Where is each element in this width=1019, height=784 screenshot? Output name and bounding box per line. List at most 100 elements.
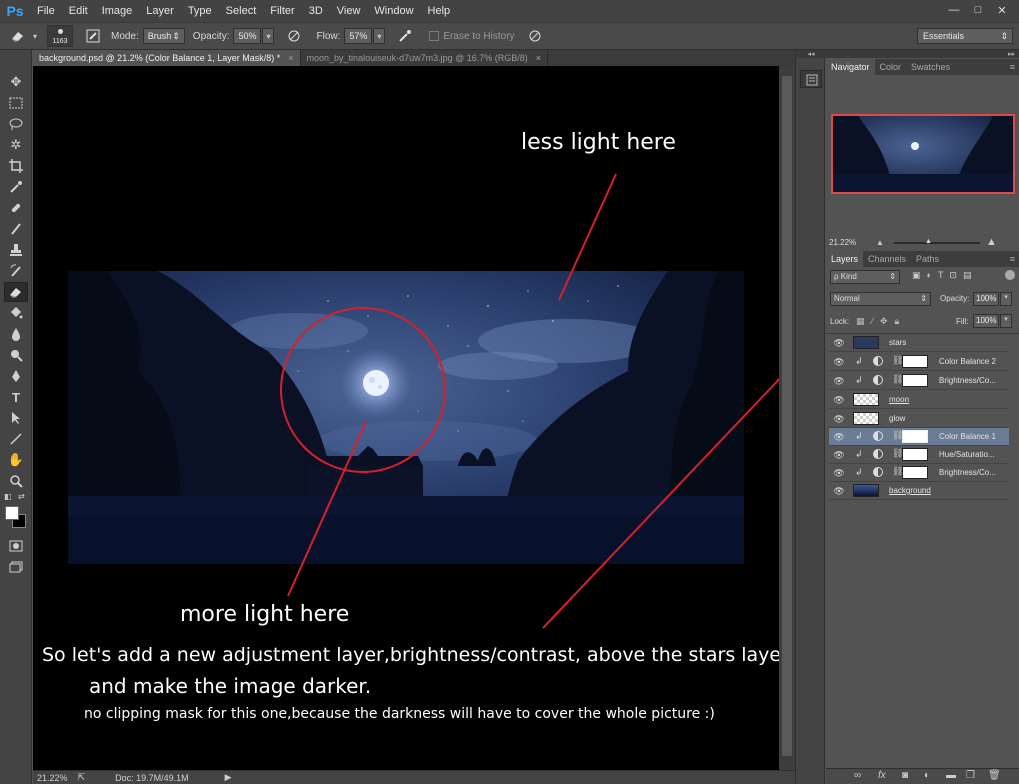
brush-panel-icon[interactable] <box>83 26 103 46</box>
menu-window[interactable]: Window <box>367 0 420 22</box>
filter-icons[interactable]: ▣◐T⊡▤ <box>912 270 977 281</box>
swap-colors-icon[interactable]: ⇄ <box>18 492 25 501</box>
eye-icon[interactable]: 👁︎ <box>833 449 845 461</box>
erase-to-history-checkbox[interactable] <box>429 31 440 41</box>
filter-toggle[interactable] <box>1005 270 1015 280</box>
panel-menu-icon[interactable]: ≡ <box>1010 59 1015 75</box>
pressure-size-icon[interactable] <box>525 26 545 46</box>
mode-select[interactable]: Brush ⇕ <box>142 28 185 44</box>
blur-tool-icon[interactable] <box>4 324 28 344</box>
lock-icons[interactable]: ▦∕✥🔒︎ <box>856 316 906 327</box>
layer-row-glow[interactable]: 👁︎ glow <box>829 410 1009 428</box>
workspace-switcher[interactable]: Essentials ⇕ <box>917 28 1013 44</box>
navigator-preview[interactable] <box>831 114 1015 194</box>
zoom-tool-icon[interactable] <box>4 471 28 491</box>
eraser-tool-preset-icon[interactable] <box>8 26 28 46</box>
eye-icon[interactable]: 👁︎ <box>833 431 845 443</box>
tab-moon-jpg[interactable]: moon_by_tinalouiseuk-d7uw7m3.jpg @ 16.7%… <box>301 50 549 66</box>
eye-icon[interactable]: 👁︎ <box>833 485 845 497</box>
pen-tool-icon[interactable] <box>4 366 28 386</box>
eye-icon[interactable]: 👁︎ <box>833 375 845 387</box>
opacity-slider-button[interactable]: ▾ <box>262 28 275 44</box>
canvas-scrollbar[interactable] <box>779 66 795 770</box>
status-menu-icon[interactable]: ▶ <box>225 772 232 783</box>
menu-filter[interactable]: Filter <box>263 0 301 22</box>
zoom-in-icon[interactable]: ▲ <box>986 236 997 248</box>
zoom-out-icon[interactable]: ▲ <box>876 238 884 247</box>
layer-mask-thumbnail[interactable] <box>902 448 928 461</box>
layer-filter-kind[interactable]: ρ Kind ⇕ <box>830 270 900 284</box>
new-layer-icon[interactable]: ❐ <box>966 770 975 781</box>
pressure-opacity-icon[interactable] <box>284 26 304 46</box>
eye-icon[interactable]: 👁︎ <box>833 413 845 425</box>
layer-row-background[interactable]: 👁︎ background <box>829 482 1009 500</box>
lasso-tool-icon[interactable] <box>4 114 28 134</box>
opacity-input[interactable]: 50% <box>233 28 262 44</box>
marquee-tool-icon[interactable] <box>4 93 28 113</box>
menu-help[interactable]: Help <box>421 0 458 22</box>
document-canvas[interactable]: less light here more light here So let's… <box>33 66 795 770</box>
layer-row-color-balance-1[interactable]: 👁︎ ↲ ⛓ Color Balance 1 <box>829 428 1009 446</box>
quick-mask-icon[interactable] <box>4 536 28 556</box>
brush-tool-icon[interactable] <box>4 219 28 239</box>
dodge-tool-icon[interactable] <box>4 345 28 365</box>
zoom-level[interactable]: 21.22% <box>37 773 68 783</box>
crop-tool-icon[interactable] <box>4 156 28 176</box>
healing-brush-tool-icon[interactable] <box>4 198 28 218</box>
menu-view[interactable]: View <box>330 0 368 22</box>
menu-3d[interactable]: 3D <box>302 0 330 22</box>
close-icon[interactable]: × <box>288 50 293 66</box>
blend-mode-select[interactable]: Normal ⇕ <box>830 292 931 306</box>
menu-type[interactable]: Type <box>181 0 219 22</box>
tab-navigator[interactable]: Navigator <box>826 59 875 75</box>
eye-icon[interactable]: 👁︎ <box>833 337 845 349</box>
layer-opacity-slider-button[interactable]: ▾ <box>1000 292 1012 306</box>
layer-mask-thumbnail[interactable] <box>902 430 928 443</box>
layer-row-stars[interactable]: 👁︎ stars <box>829 334 1009 352</box>
screen-mode-icon[interactable] <box>4 557 28 577</box>
new-adjustment-icon[interactable]: ◐ <box>924 770 930 781</box>
flow-input[interactable]: 57% <box>344 28 373 44</box>
menu-image[interactable]: Image <box>95 0 140 22</box>
tab-paths[interactable]: Paths <box>911 251 944 267</box>
magic-wand-tool-icon[interactable]: ✲ <box>4 135 28 155</box>
eye-icon[interactable]: 👁︎ <box>833 394 845 406</box>
layer-row-moon[interactable]: 👁︎ moon <box>829 391 1009 409</box>
menu-edit[interactable]: Edit <box>62 0 95 22</box>
eraser-tool-icon[interactable] <box>4 282 28 302</box>
menu-select[interactable]: Select <box>219 0 264 22</box>
new-group-icon[interactable]: ▬ <box>946 770 956 781</box>
type-tool-icon[interactable]: T <box>4 387 28 407</box>
close-icon[interactable]: × <box>536 50 541 66</box>
menu-layer[interactable]: Layer <box>139 0 181 22</box>
layer-row-hue-saturation[interactable]: 👁︎ ↲ ⛓ Hue/Saturatio... <box>829 446 1009 464</box>
eye-icon[interactable]: 👁︎ <box>833 356 845 368</box>
tab-channels[interactable]: Channels <box>863 251 911 267</box>
close-button[interactable]: ✕ <box>991 1 1013 19</box>
move-tool-icon[interactable]: ✥ <box>4 72 28 92</box>
layer-mask-thumbnail[interactable] <box>902 466 928 479</box>
clone-stamp-tool-icon[interactable] <box>4 240 28 260</box>
line-tool-icon[interactable] <box>4 429 28 449</box>
layer-mask-thumbnail[interactable] <box>902 355 928 368</box>
navigator-zoom-value[interactable]: 21.22% <box>829 238 856 247</box>
path-selection-tool-icon[interactable] <box>4 408 28 428</box>
scrollbar-thumb[interactable] <box>782 76 792 756</box>
layer-mask-thumbnail[interactable] <box>902 374 928 387</box>
panel-menu-icon[interactable]: ≡ <box>1010 251 1015 267</box>
fill-slider-button[interactable]: ▾ <box>1000 314 1012 328</box>
eye-icon[interactable]: 👁︎ <box>833 467 845 479</box>
default-colors-icon[interactable]: ◧ <box>4 492 12 501</box>
airbrush-icon[interactable] <box>395 26 415 46</box>
tab-background-psd[interactable]: background.psd @ 21.2% (Color Balance 1,… <box>33 50 301 66</box>
layer-row-brightness-contrast-1[interactable]: 👁︎ ↲ ⛓ Brightness/Co... <box>829 372 1009 390</box>
tab-color[interactable]: Color <box>875 59 907 75</box>
hand-tool-icon[interactable]: ✋ <box>4 450 28 470</box>
link-layers-icon[interactable]: ∞ <box>854 770 861 781</box>
paint-bucket-tool-icon[interactable] <box>4 303 28 323</box>
tab-layers[interactable]: Layers <box>826 251 864 267</box>
history-brush-tool-icon[interactable] <box>4 261 28 281</box>
foreground-color-swatch[interactable] <box>5 506 19 520</box>
tab-swatches[interactable]: Swatches <box>906 59 955 75</box>
flow-slider-button[interactable]: ▾ <box>373 28 386 44</box>
